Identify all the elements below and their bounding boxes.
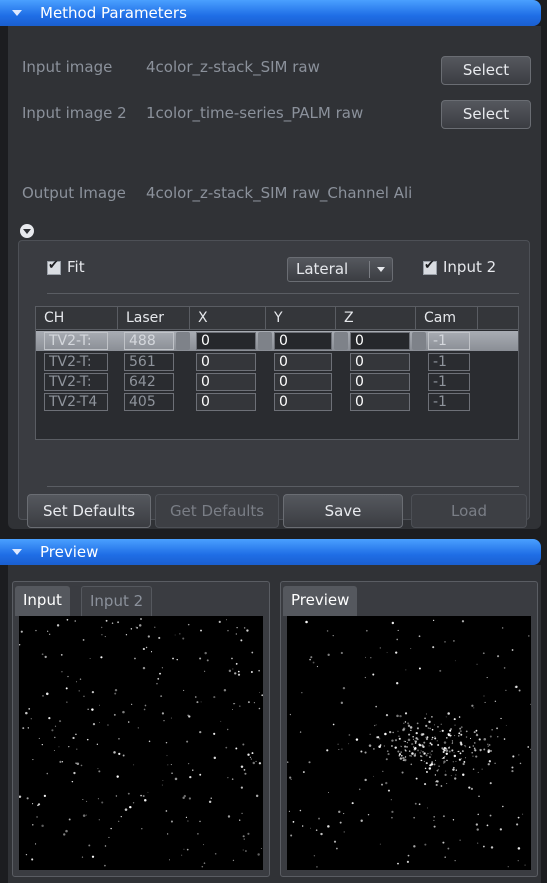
input2-label: Input 2 <box>443 258 497 276</box>
cell-ch: TV2-T4 <box>44 393 108 411</box>
col-header-laser: Laser <box>118 307 190 330</box>
col-header-y: Y <box>266 307 336 330</box>
preview-header[interactable]: Preview <box>0 539 541 565</box>
cell-cam: -1 <box>428 393 470 411</box>
slider-handle[interactable] <box>258 332 272 350</box>
divider-bottom <box>47 486 519 487</box>
tab-preview[interactable]: Preview <box>283 586 358 616</box>
cell-z-input[interactable]: 0 <box>350 332 410 350</box>
col-header-z: Z <box>336 307 416 330</box>
cell-laser: 405 <box>124 393 174 411</box>
tab-input[interactable]: Input <box>15 586 70 616</box>
method-parameters-title: Method Parameters <box>40 4 187 22</box>
table-row[interactable]: TV2-T: 488 0 0 0 -1 <box>36 331 518 351</box>
col-header-empty <box>478 307 518 330</box>
input-image-2-select-button[interactable]: Select <box>441 100 531 129</box>
cell-y-input[interactable]: 0 <box>274 332 332 350</box>
cell-y-input[interactable]: 0 <box>274 393 332 411</box>
collapse-triangle-icon[interactable] <box>12 10 22 16</box>
preview-panel: Input Input 2 Preview <box>8 565 541 883</box>
slider-handle[interactable] <box>334 332 348 350</box>
slider-handle[interactable] <box>412 332 426 350</box>
output-image-label: Output Image <box>22 184 126 202</box>
input-image-select-button[interactable]: Select <box>441 56 531 85</box>
input-image-canvas[interactable] <box>19 616 263 870</box>
cell-z-input[interactable]: 0 <box>350 373 410 391</box>
cell-laser: 642 <box>124 373 174 391</box>
cell-laser: 561 <box>124 353 174 371</box>
tab-input-2[interactable]: Input 2 <box>81 586 153 616</box>
fit-label: Fit <box>67 258 85 276</box>
expand-options-icon[interactable] <box>20 224 34 238</box>
input-image-row: Input image 4color_z-stack_SIM raw <box>22 58 320 76</box>
preview-title: Preview <box>40 543 99 561</box>
chevron-down-icon <box>377 267 385 272</box>
channel-alignment-box: Fit Lateral Input 2 CH Laser X Y Z Cam T… <box>18 240 530 528</box>
preview-microscopy-image <box>287 619 531 868</box>
cell-x-input[interactable]: 0 <box>196 353 256 371</box>
cell-ch: TV2-T: <box>44 353 108 371</box>
col-header-x: X <box>190 307 266 330</box>
cell-ch: TV2-T: <box>44 373 108 391</box>
dropdown-divider <box>369 261 370 278</box>
input-image-label: Input image <box>22 58 113 76</box>
load-button[interactable]: Load <box>411 494 527 528</box>
input-image-2-value: 1color_time-series_PALM raw <box>146 104 364 122</box>
collapse-triangle-icon[interactable] <box>12 549 22 555</box>
fit-checkbox[interactable] <box>47 258 61 275</box>
preview-image-canvas[interactable] <box>287 616 531 870</box>
input-image-2-row: Input image 2 1color_time-series_PALM ra… <box>22 104 363 122</box>
mode-dropdown[interactable]: Lateral <box>287 257 393 282</box>
col-header-ch: CH <box>36 307 118 330</box>
cell-laser: 488 <box>124 332 174 350</box>
cell-ch: TV2-T: <box>44 332 108 350</box>
input-viewer: Input Input 2 <box>12 581 270 877</box>
channel-table: CH Laser X Y Z Cam TV2-T: 488 0 0 0 -1 T… <box>35 306 519 440</box>
input-image-2-label: Input image 2 <box>22 104 127 122</box>
cell-z-input[interactable]: 0 <box>350 393 410 411</box>
cell-cam: -1 <box>428 353 470 371</box>
method-parameters-header[interactable]: Method Parameters <box>0 0 541 26</box>
cell-y-input[interactable]: 0 <box>274 353 332 371</box>
input-image-value: 4color_z-stack_SIM raw <box>146 58 320 76</box>
output-image-value: 4color_z-stack_SIM raw_Channel Ali <box>146 184 413 202</box>
cell-x-input[interactable]: 0 <box>196 373 256 391</box>
cell-y-input[interactable]: 0 <box>274 373 332 391</box>
mode-dropdown-value: Lateral <box>296 260 349 278</box>
get-defaults-button[interactable]: Get Defaults <box>155 494 279 528</box>
input-microscopy-image <box>19 617 263 868</box>
method-parameters-panel: Input image 4color_z-stack_SIM raw Selec… <box>8 26 541 529</box>
cell-z-input[interactable]: 0 <box>350 353 410 371</box>
preview-viewer: Preview <box>280 581 538 877</box>
input2-checkbox[interactable] <box>423 258 437 275</box>
output-image-row: Output Image 4color_z-stack_SIM raw_Chan… <box>22 184 412 202</box>
cell-cam: -1 <box>428 373 470 391</box>
save-button[interactable]: Save <box>283 494 403 528</box>
set-defaults-button[interactable]: Set Defaults <box>27 494 151 528</box>
cell-x-input[interactable]: 0 <box>196 393 256 411</box>
divider-top <box>47 293 519 294</box>
cell-cam: -1 <box>428 332 470 350</box>
cell-x-input[interactable]: 0 <box>196 332 256 350</box>
slider-handle[interactable] <box>176 332 190 350</box>
col-header-cam: Cam <box>416 307 478 330</box>
